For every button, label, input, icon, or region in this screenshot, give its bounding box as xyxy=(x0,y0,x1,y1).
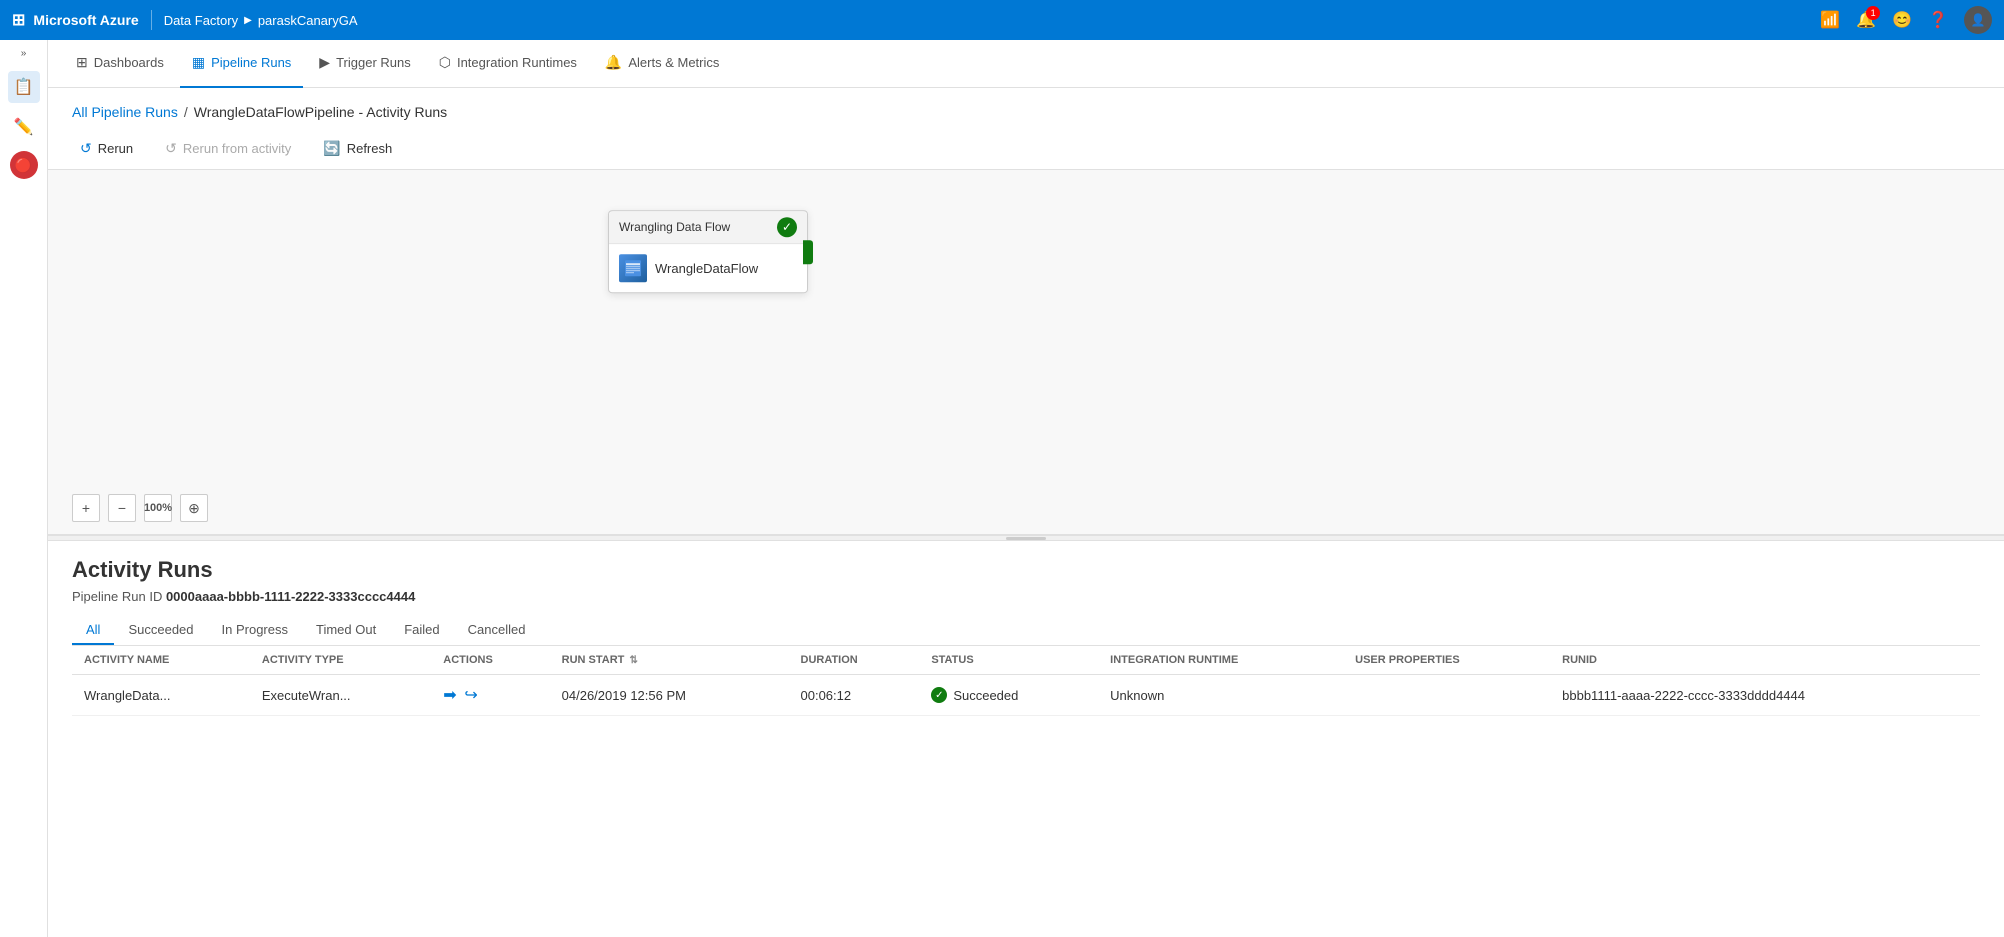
notification-count: 1 xyxy=(1866,6,1880,20)
activity-runs-table: ACTIVITY NAME ACTIVITY TYPE ACTIONS RUN … xyxy=(72,646,1980,716)
azure-logo: ⊞ xyxy=(12,10,25,30)
breadcrumb-arrow-icon: ▶ xyxy=(244,15,252,26)
fit-view-button[interactable]: 100% xyxy=(144,494,172,522)
status-text: Succeeded xyxy=(953,688,1018,703)
table-body: WrangleData... ExecuteWran... ➡ ↪ 04/26/… xyxy=(72,675,1980,716)
cell-run-start: 04/26/2019 12:56 PM xyxy=(550,675,789,716)
tab-alerts-metrics[interactable]: 🔔 Alerts & Metrics xyxy=(593,40,731,88)
cell-user-properties xyxy=(1343,675,1550,716)
breadcrumb: All Pipeline Runs / WrangleDataFlowPipel… xyxy=(48,88,2004,128)
trigger-runs-icon: ▶ xyxy=(319,54,330,71)
sort-icon: ⇅ xyxy=(629,655,637,666)
filter-tab-succeeded[interactable]: Succeeded xyxy=(114,616,207,645)
sidebar: » 📋 ✏️ 🔴 xyxy=(0,40,48,937)
node-title: Wrangling Data Flow xyxy=(619,220,730,234)
toolbar: ↺ Rerun ↺ Rerun from activity 🔄 Refresh xyxy=(48,128,2004,170)
col-runid: RUNID xyxy=(1550,646,1980,675)
breadcrumb-current: WrangleDataFlowPipeline - Activity Runs xyxy=(194,104,447,120)
refresh-button[interactable]: 🔄 Refresh xyxy=(315,136,400,161)
tab-trigger-runs[interactable]: ▶ Trigger Runs xyxy=(307,40,422,88)
pipeline-node-body: WrangleDataFlow xyxy=(609,244,807,292)
filter-tab-in-progress[interactable]: In Progress xyxy=(208,616,302,645)
rerun-icon: ↺ xyxy=(80,140,92,157)
status-dot: ✓ xyxy=(931,687,947,703)
cell-status: ✓ Succeeded xyxy=(919,675,1098,716)
col-actions: ACTIONS xyxy=(431,646,549,675)
cell-actions: ➡ ↪ xyxy=(431,675,549,716)
rerun-button[interactable]: ↺ Rerun xyxy=(72,136,141,161)
notification-bell[interactable]: 🔔 1 xyxy=(1856,10,1876,30)
filter-tab-cancelled[interactable]: Cancelled xyxy=(454,616,540,645)
table-header: ACTIVITY NAME ACTIVITY TYPE ACTIONS RUN … xyxy=(72,646,1980,675)
col-run-start: RUN START ⇅ xyxy=(550,646,789,675)
sidebar-toggle[interactable]: » xyxy=(21,48,27,59)
col-duration: DURATION xyxy=(789,646,920,675)
product-name: Data Factory xyxy=(164,13,238,28)
user-avatar[interactable]: 👤 xyxy=(1964,6,1992,34)
canvas-area: Wrangling Data Flow ✓ xyxy=(48,170,2004,535)
sidebar-icon-monitor[interactable]: 📋 xyxy=(8,71,40,103)
action-output-icon[interactable]: ↪ xyxy=(464,685,477,705)
instance-name: paraskCanaryGA xyxy=(258,13,358,28)
top-bar-product: Data Factory ▶ paraskCanaryGA xyxy=(164,13,358,28)
nav-tabs: ⊞ Dashboards ▦ Pipeline Runs ▶ Trigger R… xyxy=(48,40,2004,88)
refresh-icon: 🔄 xyxy=(323,140,340,157)
cell-integration-runtime: Unknown xyxy=(1098,675,1343,716)
top-bar-right: 📶 🔔 1 😊 ❓ 👤 xyxy=(1820,6,1992,34)
status-indicator: ✓ Succeeded xyxy=(931,687,1086,703)
main-content: ⊞ Dashboards ▦ Pipeline Runs ▶ Trigger R… xyxy=(48,40,2004,937)
cell-activity-name: WrangleData... xyxy=(72,675,250,716)
node-name: WrangleDataFlow xyxy=(655,261,758,276)
breadcrumb-separator: / xyxy=(184,104,188,120)
filter-tab-all[interactable]: All xyxy=(72,616,114,645)
node-right-indicator xyxy=(803,240,813,264)
table-row: WrangleData... ExecuteWran... ➡ ↪ 04/26/… xyxy=(72,675,1980,716)
col-status: STATUS xyxy=(919,646,1098,675)
breadcrumb-link[interactable]: All Pipeline Runs xyxy=(72,104,178,120)
pipeline-node[interactable]: Wrangling Data Flow ✓ xyxy=(608,210,808,293)
pipeline-runs-icon: ▦ xyxy=(192,54,205,71)
wifi-icon[interactable]: 📶 xyxy=(1820,10,1840,30)
zoom-in-button[interactable]: + xyxy=(72,494,100,522)
col-activity-name: ACTIVITY NAME xyxy=(72,646,250,675)
focus-button[interactable]: ⊕ xyxy=(180,494,208,522)
top-bar: ⊞ Microsoft Azure Data Factory ▶ paraskC… xyxy=(0,0,2004,40)
alerts-metrics-icon: 🔔 xyxy=(605,54,622,71)
col-activity-type: ACTIVITY TYPE xyxy=(250,646,431,675)
top-bar-separator xyxy=(151,10,152,30)
help-icon[interactable]: ❓ xyxy=(1928,10,1948,30)
pipeline-id-text: Pipeline Run ID 0000aaaa-bbbb-1111-2222-… xyxy=(72,589,1980,604)
page-content: All Pipeline Runs / WrangleDataFlowPipel… xyxy=(48,88,2004,937)
azure-brand-text: Microsoft Azure xyxy=(33,12,138,28)
pipeline-node-header: Wrangling Data Flow ✓ xyxy=(609,211,807,244)
node-success-badge: ✓ xyxy=(777,217,797,237)
cell-duration: 00:06:12 xyxy=(789,675,920,716)
sidebar-icon-edit[interactable]: ✏️ xyxy=(8,111,40,143)
resize-handle-bar xyxy=(1006,537,1046,540)
tab-integration-runtimes[interactable]: ⬡ Integration Runtimes xyxy=(427,40,589,88)
cell-runid: bbbb1111-aaaa-2222-cccc-3333dddd4444 xyxy=(1550,675,1980,716)
feedback-icon[interactable]: 😊 xyxy=(1892,10,1912,30)
canvas-controls: + − 100% ⊕ xyxy=(72,494,208,522)
section-title: Activity Runs xyxy=(72,557,1980,583)
col-user-properties: USER PROPERTIES xyxy=(1343,646,1550,675)
sidebar-icon-alerts[interactable]: 🔴 xyxy=(10,151,38,179)
rerun-from-activity-button[interactable]: ↺ Rerun from activity xyxy=(157,136,299,161)
col-integration-runtime: INTEGRATION RUNTIME xyxy=(1098,646,1343,675)
integration-runtimes-icon: ⬡ xyxy=(439,54,451,71)
rerun-from-activity-icon: ↺ xyxy=(165,140,177,157)
zoom-out-button[interactable]: − xyxy=(108,494,136,522)
pipeline-run-id-value: 0000aaaa-bbbb-1111-2222-3333cccc4444 xyxy=(166,589,415,604)
filter-tab-failed[interactable]: Failed xyxy=(390,616,453,645)
cell-activity-type: ExecuteWran... xyxy=(250,675,431,716)
dashboards-icon: ⊞ xyxy=(76,54,88,71)
node-icon xyxy=(619,254,647,282)
tab-pipeline-runs[interactable]: ▦ Pipeline Runs xyxy=(180,40,303,88)
filter-tab-timed-out[interactable]: Timed Out xyxy=(302,616,390,645)
brand-label: ⊞ Microsoft Azure xyxy=(12,10,139,30)
action-input-icon[interactable]: ➡ xyxy=(443,685,456,705)
tab-dashboards[interactable]: ⊞ Dashboards xyxy=(64,40,176,88)
filter-tabs: All Succeeded In Progress Timed Out Fail… xyxy=(72,616,1980,646)
activity-runs-section: Activity Runs Pipeline Run ID 0000aaaa-b… xyxy=(48,541,2004,937)
